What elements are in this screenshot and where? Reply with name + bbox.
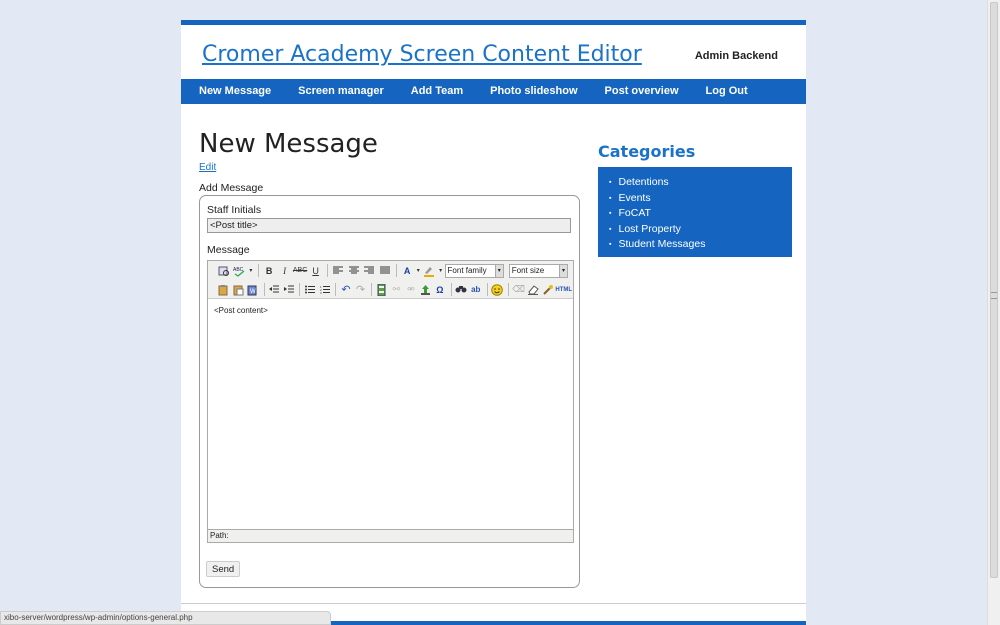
send-button[interactable]: Send — [206, 561, 241, 577]
indent-icon[interactable] — [282, 282, 296, 297]
scrollbar-grip-icon — [991, 292, 997, 299]
staff-initials-label: Staff Initials — [207, 204, 262, 216]
nav-item-new-message[interactable]: New Message — [181, 79, 284, 104]
align-right-icon[interactable] — [362, 263, 377, 278]
category-item-events[interactable]: Events — [609, 191, 792, 207]
categories-title: Categories — [598, 142, 696, 161]
toolbar-separator — [257, 264, 259, 277]
toolbar-separator — [371, 283, 373, 296]
image-icon[interactable] — [419, 282, 433, 297]
categories-panel: Detentions Events FoCAT Lost Property St… — [598, 167, 792, 257]
message-label: Message — [207, 244, 250, 256]
emoticon-icon[interactable] — [490, 282, 504, 297]
chevron-down-icon[interactable]: ▾ — [248, 263, 254, 278]
page-container: Cromer Academy Screen Content Editor Adm… — [181, 20, 806, 625]
main-nav: New Message Screen manager Add Team Phot… — [181, 79, 806, 104]
rich-text-editor: ABC ▾ B I ABC U A ▾ ▾ Font family ▾ Font… — [207, 260, 574, 543]
toolbar-separator — [507, 283, 509, 296]
eraser-icon[interactable] — [526, 282, 540, 297]
editor-content-area[interactable]: <Post content> — [208, 300, 573, 533]
strikethrough-icon[interactable]: ABC — [293, 263, 308, 278]
edit-link[interactable]: Edit — [199, 162, 216, 173]
bullet-list-icon[interactable] — [303, 282, 317, 297]
site-header: Cromer Academy Screen Content Editor Adm… — [181, 25, 806, 79]
admin-backend-label[interactable]: Admin Backend — [695, 50, 778, 62]
link-icon[interactable]: ⚯ — [390, 282, 404, 297]
numbered-list-icon[interactable]: 123 — [318, 282, 332, 297]
font-size-select-value: Font size — [511, 265, 545, 275]
page-title: New Message — [199, 129, 378, 159]
form-label: Add Message — [199, 182, 264, 194]
toolbar-row-2: W 123 ↶ ↷ ⚯ ⚮ Ω ab ⌫ HTML — [217, 281, 573, 298]
toolbar-separator — [450, 283, 452, 296]
toolbar-row-1: ABC ▾ B I ABC U A ▾ ▾ Font family ▾ Font… — [217, 262, 573, 279]
editor-path-bar: Path: — [208, 529, 573, 542]
scrollbar-thumb[interactable] — [990, 2, 998, 578]
align-left-icon[interactable] — [331, 263, 346, 278]
category-item-lost-property[interactable]: Lost Property — [609, 222, 792, 238]
category-item-focat[interactable]: FoCAT — [609, 206, 792, 222]
post-title-input[interactable] — [207, 218, 571, 233]
toolbar-separator — [299, 283, 301, 296]
align-center-icon[interactable] — [346, 263, 361, 278]
unlink-icon[interactable]: ⚮ — [404, 282, 418, 297]
align-justify-icon[interactable] — [377, 263, 392, 278]
font-family-select-value: Font family — [447, 265, 487, 275]
categories-list: Detentions Events FoCAT Lost Property St… — [609, 175, 792, 253]
text-color-icon[interactable]: A — [400, 263, 415, 278]
nav-item-post-overview[interactable]: Post overview — [591, 79, 692, 104]
site-title-link[interactable]: Cromer Academy Screen Content Editor — [202, 42, 642, 67]
toolbar-separator — [335, 283, 337, 296]
underline-icon[interactable]: U — [308, 263, 323, 278]
editor-toolbar: ABC ▾ B I ABC U A ▾ ▾ Font family ▾ Font… — [208, 261, 573, 299]
search-icon[interactable] — [455, 282, 469, 297]
italic-icon[interactable]: I — [277, 263, 292, 278]
paste-word-icon[interactable]: W — [246, 282, 260, 297]
category-item-student-messages[interactable]: Student Messages — [609, 237, 792, 253]
chevron-down-icon: ▾ — [494, 264, 503, 277]
nav-item-log-out[interactable]: Log Out — [692, 79, 761, 104]
highlight-color-icon[interactable] — [422, 263, 437, 278]
font-family-select[interactable]: Font family ▾ — [444, 263, 504, 278]
media-icon[interactable] — [375, 282, 389, 297]
message-form: Staff Initials Message ABC ▾ B I ABC U — [199, 195, 580, 588]
vertical-scrollbar[interactable] — [987, 0, 1000, 625]
find-replace-icon[interactable] — [217, 263, 232, 278]
toolbar-separator — [326, 264, 328, 277]
chevron-down-icon[interactable]: ▾ — [438, 263, 444, 278]
category-item-detentions[interactable]: Detentions — [609, 175, 792, 191]
cleanup-icon[interactable]: ⌫ — [512, 282, 526, 297]
browser-status-bar: xibo-server/wordpress/wp-admin/options-g… — [0, 611, 331, 625]
toolbar-separator — [263, 283, 265, 296]
nav-item-add-team[interactable]: Add Team — [397, 79, 476, 104]
chevron-down-icon: ▾ — [559, 264, 567, 277]
html-source-icon[interactable]: HTML — [555, 282, 572, 297]
style-wand-icon[interactable] — [541, 282, 555, 297]
bold-icon[interactable]: B — [262, 263, 277, 278]
paste-icon[interactable] — [217, 282, 231, 297]
footer-divider — [181, 603, 806, 604]
nav-item-screen-manager[interactable]: Screen manager — [284, 79, 397, 104]
nav-item-photo-slideshow[interactable]: Photo slideshow — [476, 79, 590, 104]
font-size-select[interactable]: Font size ▾ — [508, 263, 568, 278]
undo-icon[interactable]: ↶ — [339, 282, 353, 297]
replace-icon[interactable]: ab — [469, 282, 483, 297]
paste-text-icon[interactable] — [232, 282, 246, 297]
toolbar-separator — [395, 264, 397, 277]
svg-text:3: 3 — [320, 291, 322, 294]
special-character-icon[interactable]: Ω — [433, 282, 447, 297]
toolbar-separator — [486, 283, 488, 296]
redo-icon[interactable]: ↷ — [354, 282, 368, 297]
outdent-icon[interactable] — [267, 282, 281, 297]
svg-text:W: W — [250, 289, 256, 295]
chevron-down-icon[interactable]: ▾ — [415, 263, 421, 278]
spellcheck-icon[interactable]: ABC — [233, 263, 248, 278]
